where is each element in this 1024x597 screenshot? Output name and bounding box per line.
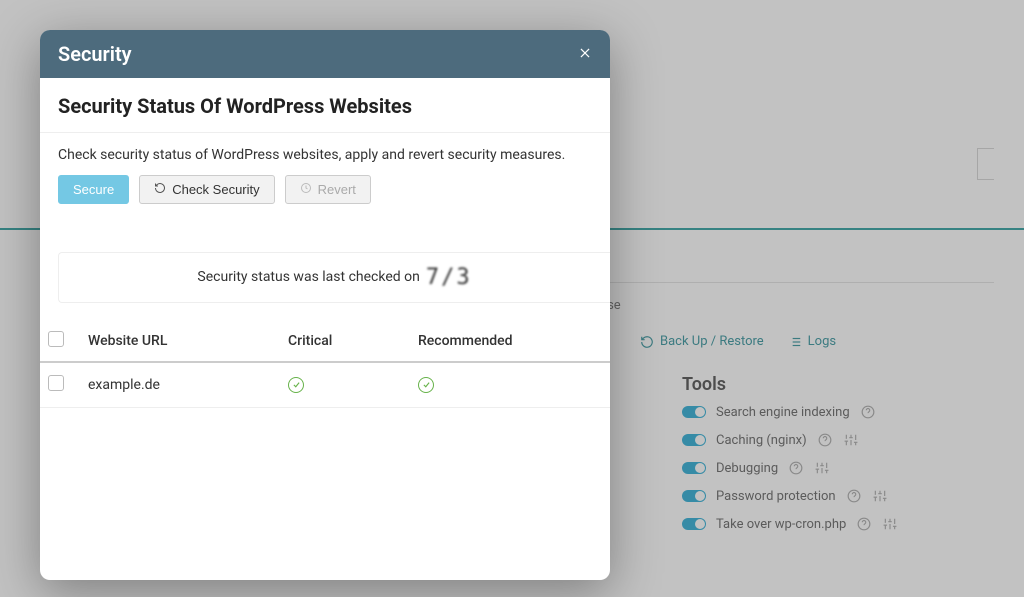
security-table: Website URL Critical Recommended example… [40, 321, 610, 408]
check-ok-icon [418, 377, 434, 393]
close-icon[interactable] [578, 44, 592, 65]
revert-button[interactable]: Revert [285, 175, 371, 204]
check-ok-icon [288, 377, 304, 393]
col-critical[interactable]: Critical [280, 321, 410, 362]
cell-critical [280, 362, 410, 408]
cell-url: example.de [80, 362, 280, 408]
secure-button[interactable]: Secure [58, 175, 129, 204]
security-modal: Security Security Status Of WordPress We… [40, 30, 610, 580]
modal-description: Check security status of WordPress websi… [40, 133, 610, 163]
row-checkbox[interactable] [48, 375, 64, 391]
col-recommended[interactable]: Recommended [410, 321, 610, 362]
revert-icon [300, 182, 312, 197]
status-bar: Security status was last checked on7/3 [58, 252, 610, 303]
table-row[interactable]: example.de [40, 362, 610, 408]
cell-recommended [410, 362, 610, 408]
col-website-url[interactable]: Website URL [80, 321, 280, 362]
check-security-button[interactable]: Check Security [139, 175, 274, 204]
select-all-checkbox[interactable] [48, 331, 64, 347]
modal-title: Security [58, 42, 132, 66]
modal-subtitle: Security Status Of WordPress Websites [40, 78, 610, 133]
refresh-icon [154, 182, 166, 197]
